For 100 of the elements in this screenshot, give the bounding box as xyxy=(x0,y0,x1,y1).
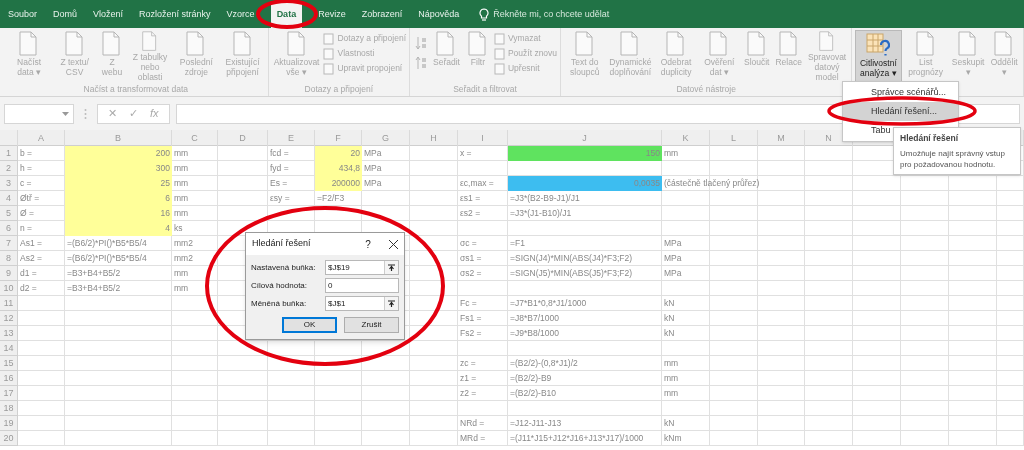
ribbon-tab[interactable]: Revize xyxy=(318,2,346,28)
ribbon-small-button[interactable]: Dotazy a připojení xyxy=(323,32,406,45)
row-header[interactable]: 20 xyxy=(0,431,18,446)
table-cell-text: mm xyxy=(173,267,190,280)
ribbon-button[interactable]: List prognózy xyxy=(903,30,948,82)
row-header[interactable]: 16 xyxy=(0,371,18,386)
row-header[interactable]: 3 xyxy=(0,176,18,191)
cancel-button[interactable]: ✕ xyxy=(108,105,117,122)
table-cell-text: mm xyxy=(663,147,680,160)
ribbon-button[interactable]: Existující připojení xyxy=(220,30,265,82)
menu-item[interactable]: Hledání řešení... xyxy=(843,102,958,121)
ribbon-button[interactable]: Text do sloupců xyxy=(564,30,606,82)
cell-reference-field[interactable]: 0 xyxy=(325,278,399,293)
table-cell-text: MPa xyxy=(663,267,683,280)
ribbon-small-button[interactable]: Upravit propojení xyxy=(323,62,406,75)
table-cell-text: =J3*(J1-B10)/J1 xyxy=(509,207,573,220)
ribbon-button[interactable]: Ověření dat ▾ xyxy=(698,30,740,82)
table-cell: 200 xyxy=(65,146,172,161)
table-cell-text: εc,max = xyxy=(459,177,495,190)
row-header[interactable]: 7 xyxy=(0,236,18,251)
ribbon-button[interactable]: Seřadit xyxy=(431,30,462,82)
dialog-button[interactable]: Zrušit xyxy=(344,317,399,333)
table-cell: 150 xyxy=(508,146,662,161)
ribbon-button[interactable]: Aktualizovat vše ▾ xyxy=(271,30,322,82)
ribbon-tab[interactable]: Domů xyxy=(53,2,78,28)
ribbon-button[interactable]: Z webu xyxy=(98,30,126,82)
table-cell-text: kNm xyxy=(663,432,683,445)
column-header[interactable]: I xyxy=(458,130,508,146)
cell-reference-field[interactable]: $J$1 xyxy=(325,296,399,311)
table-cell-text: =(B2/2)-(0,8*J1)/2 xyxy=(509,357,579,370)
row-header[interactable]: 1 xyxy=(0,146,18,161)
insert-function-button[interactable]: fx xyxy=(150,105,159,122)
table-cell-text: As2 = xyxy=(19,252,43,265)
ribbon-button[interactable]: Dynamické doplňování xyxy=(607,30,654,82)
ribbon-tab[interactable]: Zobrazení xyxy=(361,2,403,28)
column-header[interactable]: D xyxy=(218,130,268,146)
ribbon-button[interactable]: Z textu/ CSV xyxy=(53,30,96,82)
column-header[interactable]: K xyxy=(662,130,710,146)
column-header[interactable]: E xyxy=(268,130,315,146)
ribbon-button[interactable]: Z tabulky nebo oblasti xyxy=(128,30,173,82)
tooltip-title: Hledání řešení xyxy=(900,132,960,145)
row-header[interactable]: 9 xyxy=(0,266,18,281)
row-header[interactable]: 12 xyxy=(0,311,18,326)
ribbon-small-button[interactable]: Upřesnit xyxy=(493,62,558,75)
row-header[interactable]: 8 xyxy=(0,251,18,266)
ribbon-button[interactable]: Oddělit ▾ xyxy=(988,30,1020,82)
column-header[interactable]: H xyxy=(410,130,458,146)
cell-reference-field[interactable]: $J$19 xyxy=(325,260,399,275)
tell-me-field[interactable]: Řekněte mi, co chcete udělat xyxy=(493,8,654,22)
ribbon-button[interactable]: Relace xyxy=(773,30,804,82)
ribbon-small-button[interactable]: Použít znovu xyxy=(493,47,558,60)
row-header[interactable]: 13 xyxy=(0,326,18,341)
ribbon-button[interactable]: Poslední zdroje xyxy=(174,30,219,82)
row-header[interactable]: 17 xyxy=(0,386,18,401)
table-cell: 25 xyxy=(65,176,172,191)
ribbon-button[interactable]: Odebrat duplicity xyxy=(655,30,697,82)
menu-item[interactable]: Správce scénářů... xyxy=(843,83,958,102)
ribbon-tab[interactable]: Rozložení stránky xyxy=(139,2,211,28)
ribbon-button[interactable]: Filtr xyxy=(463,30,492,82)
row-header[interactable]: 2 xyxy=(0,161,18,176)
ribbon-button[interactable]: Seskupit ▾ xyxy=(949,30,987,82)
help-button[interactable]: ? xyxy=(360,236,376,252)
ribbon-small-button[interactable]: Vymazat xyxy=(493,32,558,45)
column-header[interactable]: L xyxy=(710,130,758,146)
ribbon-tab[interactable]: Vzorce xyxy=(226,2,255,28)
row-header[interactable]: 19 xyxy=(0,416,18,431)
table-cell-text: =(B6/2)*PI()*B5*B5/4 xyxy=(66,252,148,265)
ribbon-tab[interactable]: Nápověda xyxy=(418,2,460,28)
table-cell-text: =(B2/2)-B10 xyxy=(509,387,558,400)
table-cell-text: mm xyxy=(663,387,680,400)
row-header[interactable]: 18 xyxy=(0,401,18,416)
ribbon-tab[interactable]: Soubor xyxy=(8,2,38,28)
ribbon-button[interactable]: Sloučit xyxy=(741,30,772,82)
column-header[interactable]: C xyxy=(172,130,218,146)
table-cell-text: mm xyxy=(173,162,190,175)
ribbon-tab[interactable]: Vložení xyxy=(93,2,124,28)
row-header[interactable]: 11 xyxy=(0,296,18,311)
row-header[interactable]: 6 xyxy=(0,221,18,236)
group-label: Datové nástroje xyxy=(675,83,737,96)
row-header[interactable]: 4 xyxy=(0,191,18,206)
column-header[interactable]: M xyxy=(758,130,805,146)
tooltip-text: Umožňuje najít správný vstup pro požadovanou hodnotu. xyxy=(900,147,1006,170)
column-header[interactable]: G xyxy=(362,130,410,146)
table-cell-text: fyd = xyxy=(269,162,290,175)
ribbon-button[interactable]: Citlivostní analýza ▾ xyxy=(855,30,902,82)
ribbon-button[interactable]: Spravovat datový model xyxy=(805,30,849,82)
row-header[interactable]: 5 xyxy=(0,206,18,221)
row-header[interactable]: 15 xyxy=(0,356,18,371)
table-cell: 16 xyxy=(65,206,172,221)
table-cell: 434,8 xyxy=(315,161,362,176)
enter-button[interactable]: ✓ xyxy=(129,105,138,122)
table-cell-text: =SIGN(J5)*MIN(ABS(J5)*F3;F2) xyxy=(509,267,634,280)
table-cell-text: MPa xyxy=(363,147,383,160)
dialog-title: Hledání řešení xyxy=(252,237,312,251)
dialog-button[interactable]: OK xyxy=(282,317,337,333)
ribbon-small-button[interactable]: Vlastnosti xyxy=(323,47,406,60)
row-header[interactable]: 14 xyxy=(0,341,18,356)
ribbon-button[interactable]: Načíst data ▾ xyxy=(7,30,52,82)
table-cell-text: x = xyxy=(459,147,473,160)
row-header[interactable]: 10 xyxy=(0,281,18,296)
